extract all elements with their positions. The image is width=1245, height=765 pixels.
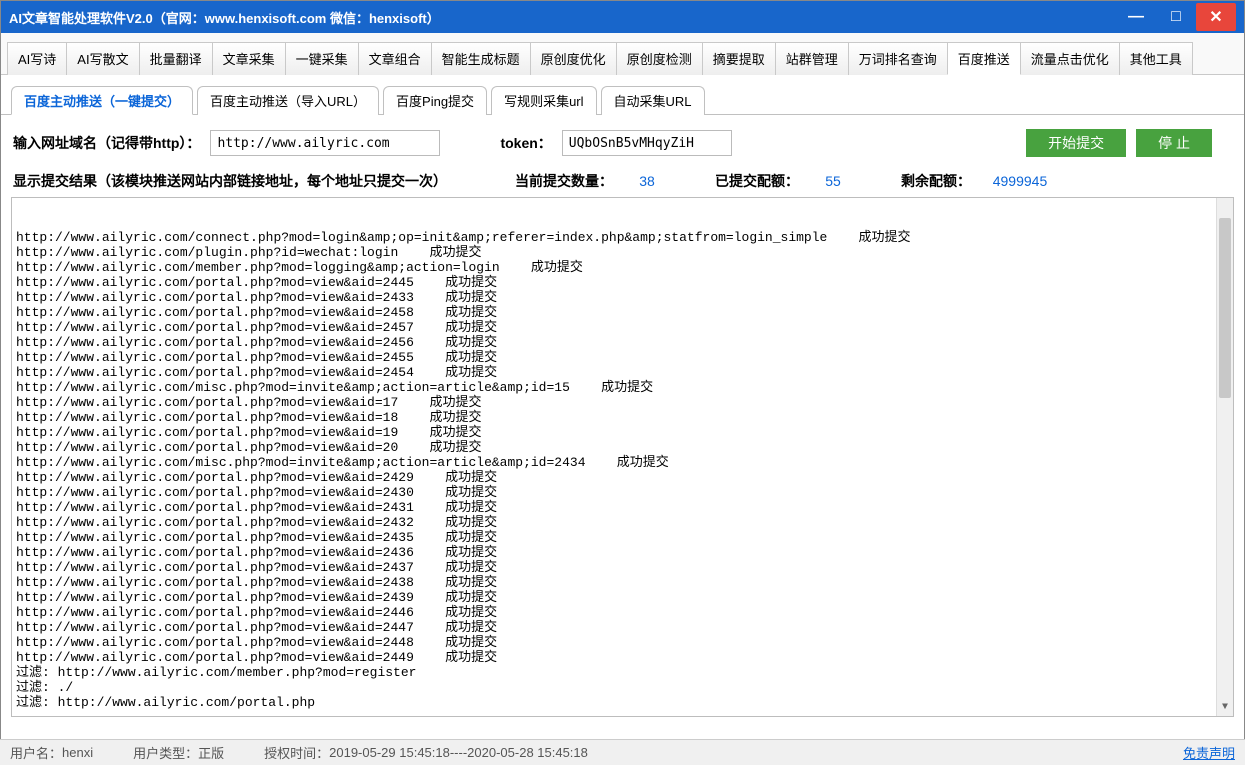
log-line: http://www.ailyric.com/portal.php?mod=vi… bbox=[16, 440, 1229, 455]
window-controls: — □ ✕ bbox=[1116, 3, 1236, 31]
token-input[interactable] bbox=[562, 130, 732, 156]
log-line: http://www.ailyric.com/plugin.php?id=wec… bbox=[16, 245, 1229, 260]
main-tab-14[interactable]: 其他工具 bbox=[1119, 42, 1193, 75]
title-bar: AI文章智能处理软件V2.0（官网：www.henxisoft.com 微信：h… bbox=[1, 1, 1244, 33]
close-button[interactable]: ✕ bbox=[1196, 3, 1236, 31]
main-tab-2[interactable]: 批量翻译 bbox=[139, 42, 213, 75]
log-line: http://www.ailyric.com/portal.php?mod=vi… bbox=[16, 605, 1229, 620]
scroll-down-icon[interactable]: ▼ bbox=[1217, 699, 1233, 716]
domain-label: 输入网址域名（记得带http）： bbox=[13, 133, 200, 153]
log-line: http://www.ailyric.com/portal.php?mod=vi… bbox=[16, 320, 1229, 335]
log-line: http://www.ailyric.com/portal.php?mod=vi… bbox=[16, 410, 1229, 425]
done-quota: 55 bbox=[803, 173, 863, 189]
log-line: http://www.ailyric.com/member.php?mod=lo… bbox=[16, 260, 1229, 275]
main-tab-9[interactable]: 摘要提取 bbox=[702, 42, 776, 75]
log-line: http://www.ailyric.com/portal.php?mod=vi… bbox=[16, 425, 1229, 440]
done-quota-label: 已提交配额： bbox=[715, 171, 799, 191]
sub-tab-0[interactable]: 百度主动推送（一键提交） bbox=[11, 86, 193, 115]
log-line: http://www.ailyric.com/portal.php?mod=vi… bbox=[16, 635, 1229, 650]
start-button[interactable]: 开始提交 bbox=[1026, 129, 1126, 157]
log-line: http://www.ailyric.com/portal.php?mod=vi… bbox=[16, 395, 1229, 410]
log-line: http://www.ailyric.com/portal.php?mod=vi… bbox=[16, 650, 1229, 665]
result-label: 显示提交结果（该模块推送网站内部链接地址，每个地址只提交一次） bbox=[13, 171, 447, 191]
input-row: 输入网址域名（记得带http）： token： 开始提交 停 止 bbox=[1, 115, 1244, 171]
main-tab-6[interactable]: 智能生成标题 bbox=[431, 42, 531, 75]
log-line: http://www.ailyric.com/portal.php?mod=vi… bbox=[16, 515, 1229, 530]
main-tab-8[interactable]: 原创度检测 bbox=[616, 42, 703, 75]
log-line: 过滤: http://www.ailyric.com/member.php?mo… bbox=[16, 665, 1229, 680]
app-title: AI文章智能处理软件V2.0（官网：www.henxisoft.com 微信：h… bbox=[9, 8, 440, 27]
log-line: http://www.ailyric.com/portal.php?mod=vi… bbox=[16, 305, 1229, 320]
stats-row: 显示提交结果（该模块推送网站内部链接地址，每个地址只提交一次） 当前提交数量： … bbox=[1, 171, 1244, 197]
main-tab-7[interactable]: 原创度优化 bbox=[530, 42, 617, 75]
main-tab-10[interactable]: 站群管理 bbox=[775, 42, 849, 75]
main-tab-0[interactable]: AI写诗 bbox=[7, 42, 67, 75]
sub-tab-3[interactable]: 写规则采集url bbox=[491, 86, 596, 115]
log-line: http://www.ailyric.com/portal.php?mod=vi… bbox=[16, 470, 1229, 485]
main-tab-12[interactable]: 百度推送 bbox=[947, 42, 1021, 75]
sub-tab-2[interactable]: 百度Ping提交 bbox=[383, 86, 487, 115]
disclaimer-link[interactable]: 免责声明 bbox=[1183, 743, 1235, 762]
maximize-button[interactable]: □ bbox=[1156, 3, 1196, 31]
log-line: http://www.ailyric.com/portal.php?mod=vi… bbox=[16, 500, 1229, 515]
main-tab-3[interactable]: 文章采集 bbox=[212, 42, 286, 75]
user-type-label: 用户类型： bbox=[133, 743, 198, 762]
sub-tab-4[interactable]: 自动采集URL bbox=[601, 86, 705, 115]
domain-input[interactable] bbox=[210, 130, 440, 156]
minimize-button[interactable]: — bbox=[1116, 3, 1156, 31]
user-label: 用户名： bbox=[10, 743, 62, 762]
current-count-label: 当前提交数量： bbox=[515, 171, 613, 191]
log-line: http://www.ailyric.com/portal.php?mod=vi… bbox=[16, 530, 1229, 545]
main-tab-11[interactable]: 万词排名查询 bbox=[848, 42, 948, 75]
log-line: http://www.ailyric.com/connect.php?mod=l… bbox=[16, 230, 1229, 245]
main-tab-13[interactable]: 流量点击优化 bbox=[1020, 42, 1120, 75]
user-name: henxi bbox=[62, 745, 93, 760]
main-tab-1[interactable]: AI写散文 bbox=[66, 42, 139, 75]
main-tabs: AI写诗AI写散文批量翻译文章采集一键采集文章组合智能生成标题原创度优化原创度检… bbox=[1, 33, 1244, 75]
scroll-thumb[interactable] bbox=[1219, 218, 1231, 398]
stop-button[interactable]: 停 止 bbox=[1136, 129, 1212, 157]
log-line: http://www.ailyric.com/portal.php?mod=vi… bbox=[16, 620, 1229, 635]
auth-time: 2019-05-29 15:45:18----2020-05-28 15:45:… bbox=[329, 745, 588, 760]
status-bar: 用户名： henxi 用户类型： 正版 授权时间： 2019-05-29 15:… bbox=[0, 739, 1245, 765]
log-line: http://www.ailyric.com/portal.php?mod=vi… bbox=[16, 365, 1229, 380]
log-line: http://www.ailyric.com/portal.php?mod=vi… bbox=[16, 335, 1229, 350]
remain-quota-label: 剩余配额： bbox=[901, 171, 971, 191]
log-line: http://www.ailyric.com/portal.php?mod=vi… bbox=[16, 290, 1229, 305]
log-line: 过滤: http://www.ailyric.com/portal.php bbox=[16, 695, 1229, 710]
log-line: http://www.ailyric.com/portal.php?mod=vi… bbox=[16, 590, 1229, 605]
current-count: 38 bbox=[617, 173, 677, 189]
auth-label: 授权时间： bbox=[264, 743, 329, 762]
log-line: http://www.ailyric.com/portal.php?mod=vi… bbox=[16, 575, 1229, 590]
token-label: token： bbox=[500, 133, 551, 153]
log-line: http://www.ailyric.com/portal.php?mod=vi… bbox=[16, 560, 1229, 575]
user-type: 正版 bbox=[198, 743, 224, 762]
log-line: http://www.ailyric.com/misc.php?mod=invi… bbox=[16, 380, 1229, 395]
log-line: http://www.ailyric.com/portal.php?mod=vi… bbox=[16, 275, 1229, 290]
sub-tab-1[interactable]: 百度主动推送（导入URL） bbox=[197, 86, 379, 115]
main-tab-5[interactable]: 文章组合 bbox=[358, 42, 432, 75]
remain-quota: 4999945 bbox=[975, 173, 1065, 189]
log-line: 过滤: ./ bbox=[16, 680, 1229, 695]
main-tab-4[interactable]: 一键采集 bbox=[285, 42, 359, 75]
scrollbar[interactable]: ▲ ▼ bbox=[1216, 198, 1233, 716]
log-output[interactable]: http://www.ailyric.com/connect.php?mod=l… bbox=[11, 197, 1234, 717]
log-line: http://www.ailyric.com/misc.php?mod=invi… bbox=[16, 455, 1229, 470]
log-line: http://www.ailyric.com/portal.php?mod=vi… bbox=[16, 485, 1229, 500]
sub-tabs: 百度主动推送（一键提交）百度主动推送（导入URL）百度Ping提交写规则采集ur… bbox=[1, 75, 1244, 115]
log-line: http://www.ailyric.com/portal.php?mod=vi… bbox=[16, 350, 1229, 365]
log-line: http://www.ailyric.com/portal.php?mod=vi… bbox=[16, 545, 1229, 560]
